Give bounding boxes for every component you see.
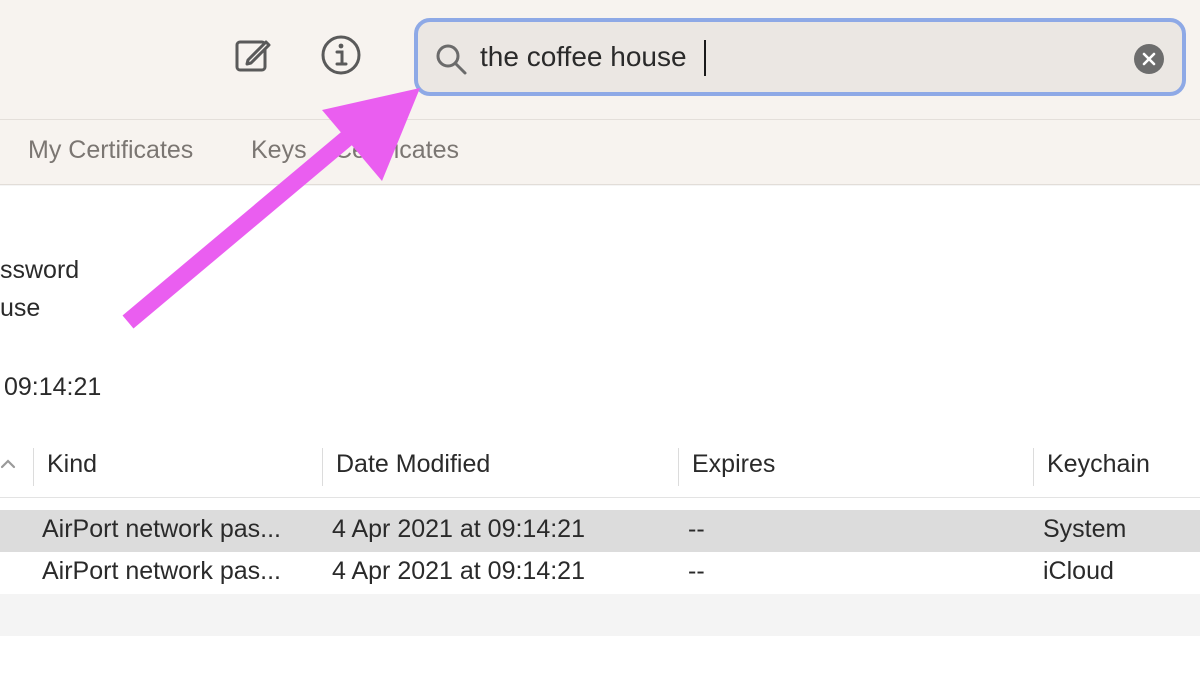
cell-date-modified: 4 Apr 2021 at 09:14:21: [332, 515, 585, 543]
search-input[interactable]: [480, 36, 1120, 78]
detail-name-text: use: [0, 294, 41, 322]
category-tabbar: My Certificates Keys Certificates: [0, 120, 1200, 185]
column-divider[interactable]: [33, 448, 34, 486]
tab-keys[interactable]: Keys: [251, 136, 307, 165]
detail-modified-text: 09:14:21: [4, 373, 102, 401]
column-header-keychain[interactable]: Keychain: [1047, 450, 1150, 479]
chevron-up-icon[interactable]: [0, 456, 16, 474]
cell-expires: --: [688, 515, 705, 543]
cell-date-modified: 4 Apr 2021 at 09:14:21: [332, 557, 585, 585]
cell-expires: --: [688, 557, 705, 585]
cell-keychain: System: [1043, 515, 1127, 543]
table-header: Kind Date Modified Expires Keychain: [0, 436, 1200, 498]
column-header-date-modified[interactable]: Date Modified: [336, 450, 490, 479]
cell-kind: AirPort network pas...: [42, 557, 281, 585]
tab-certificates[interactable]: Certificates: [334, 136, 459, 165]
window-toolbar: [0, 0, 1200, 120]
item-detail-pane: ssword use 09:14:21: [0, 186, 1200, 436]
compose-icon[interactable]: [230, 32, 276, 78]
table-row[interactable]: AirPort network pas... 4 Apr 2021 at 09:…: [0, 510, 1200, 552]
tab-my-certificates[interactable]: My Certificates: [28, 136, 193, 165]
column-divider[interactable]: [1033, 448, 1034, 486]
clear-icon[interactable]: [1134, 44, 1164, 74]
info-icon[interactable]: [318, 32, 364, 78]
cell-keychain: iCloud: [1043, 557, 1114, 585]
text-caret: [704, 40, 706, 76]
column-header-kind[interactable]: Kind: [47, 450, 97, 479]
empty-table-row: [0, 636, 1200, 675]
search-icon: [434, 42, 468, 81]
column-divider[interactable]: [322, 448, 323, 486]
table-spacer: [0, 498, 1200, 510]
empty-table-row: [0, 594, 1200, 636]
column-divider[interactable]: [678, 448, 679, 486]
cell-kind: AirPort network pas...: [42, 515, 281, 543]
detail-kind-text: ssword: [0, 256, 80, 284]
column-header-expires[interactable]: Expires: [692, 450, 775, 479]
table-row[interactable]: AirPort network pas... 4 Apr 2021 at 09:…: [0, 552, 1200, 594]
search-field[interactable]: [414, 18, 1186, 96]
